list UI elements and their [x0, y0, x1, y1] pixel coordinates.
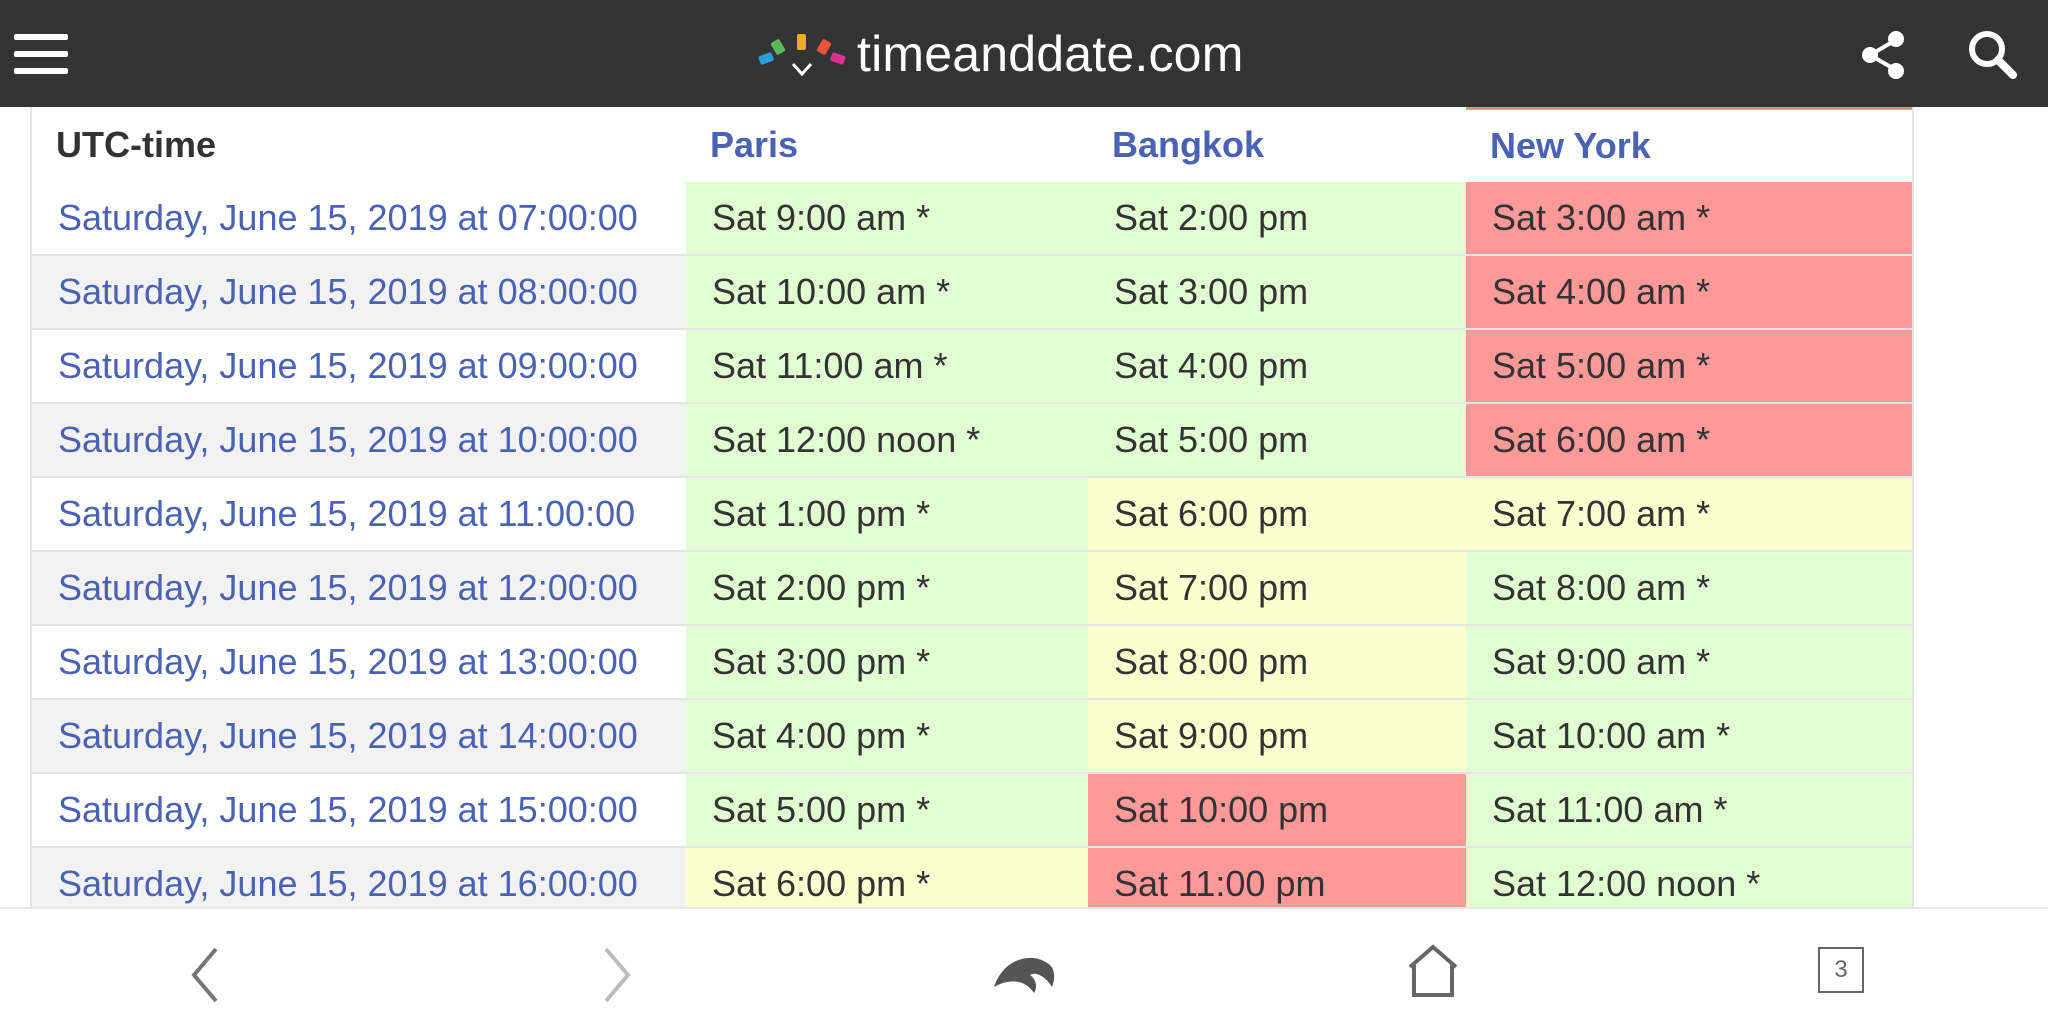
- new-york-time-cell: Sat 8:00 am *: [1466, 551, 1912, 626]
- bangkok-time-cell: Sat 7:00 pm: [1088, 551, 1466, 626]
- bangkok-time-cell: Sat 10:00 pm: [1088, 773, 1466, 848]
- new-york-time-cell: Sat 12:00 noon *: [1466, 847, 1912, 907]
- table-row: Saturday, June 15, 2019 at 08:00:00 Sat …: [32, 255, 1912, 330]
- paris-time-cell: Sat 5:00 pm *: [686, 773, 1088, 848]
- header-paris[interactable]: Paris: [686, 108, 1088, 182]
- paris-time-cell: Sat 1:00 pm *: [686, 477, 1088, 552]
- paris-time-cell: Sat 9:00 am *: [686, 182, 1088, 256]
- site-logo[interactable]: timeanddate.com: [755, 22, 1244, 86]
- paris-time-cell: Sat 4:00 pm *: [686, 699, 1088, 774]
- utc-time-link[interactable]: Saturday, June 15, 2019 at 10:00:00: [32, 403, 686, 478]
- utc-time-link[interactable]: Saturday, June 15, 2019 at 16:00:00: [32, 847, 686, 907]
- table-row: Saturday, June 15, 2019 at 15:00:00 Sat …: [32, 773, 1912, 848]
- header-new-york[interactable]: New York: [1466, 107, 1912, 182]
- browser-bottom-bar: 3: [0, 907, 2048, 1026]
- bangkok-time-cell: Sat 9:00 pm: [1088, 699, 1466, 774]
- search-icon[interactable]: [1966, 28, 2018, 80]
- paris-time-cell: Sat 11:00 am *: [686, 329, 1088, 404]
- paris-time-cell: Sat 2:00 pm *: [686, 551, 1088, 626]
- utc-time-link[interactable]: Saturday, June 15, 2019 at 12:00:00: [32, 551, 686, 626]
- table-row: Saturday, June 15, 2019 at 10:00:00 Sat …: [32, 403, 1912, 478]
- utc-time-link[interactable]: Saturday, June 15, 2019 at 09:00:00: [32, 329, 686, 404]
- new-york-time-cell: Sat 9:00 am *: [1466, 625, 1912, 700]
- paris-time-cell: Sat 10:00 am *: [686, 255, 1088, 330]
- time-conversion-table: UTC-time Paris Bangkok New York Saturday…: [30, 107, 1914, 907]
- new-york-time-cell: Sat 10:00 am *: [1466, 699, 1912, 774]
- table-row: Saturday, June 15, 2019 at 11:00:00 Sat …: [32, 477, 1912, 552]
- header-utc-time: UTC-time: [32, 108, 686, 182]
- table-row: Saturday, June 15, 2019 at 12:00:00 Sat …: [32, 551, 1912, 626]
- bangkok-time-cell: Sat 6:00 pm: [1088, 477, 1466, 552]
- new-york-time-cell: Sat 6:00 am *: [1466, 403, 1912, 478]
- table-row: Saturday, June 15, 2019 at 07:00:00 Sat …: [32, 182, 1912, 256]
- table-row: Saturday, June 15, 2019 at 16:00:00 Sat …: [32, 847, 1912, 907]
- paris-time-cell: Sat 3:00 pm *: [686, 625, 1088, 700]
- utc-time-link[interactable]: Saturday, June 15, 2019 at 11:00:00: [32, 477, 686, 552]
- dolphin-icon[interactable]: [990, 947, 1058, 997]
- hamburger-menu-icon[interactable]: [14, 32, 68, 76]
- header-bangkok[interactable]: Bangkok: [1088, 108, 1466, 182]
- bangkok-time-cell: Sat 5:00 pm: [1088, 403, 1466, 478]
- bangkok-time-cell: Sat 2:00 pm: [1088, 182, 1466, 256]
- new-york-time-cell: Sat 4:00 am *: [1466, 255, 1912, 330]
- utc-time-link[interactable]: Saturday, June 15, 2019 at 13:00:00: [32, 625, 686, 700]
- site-name: timeanddate.com: [857, 26, 1244, 82]
- table-row: Saturday, June 15, 2019 at 09:00:00 Sat …: [32, 329, 1912, 404]
- bangkok-time-cell: Sat 3:00 pm: [1088, 255, 1466, 330]
- bangkok-time-cell: Sat 4:00 pm: [1088, 329, 1466, 404]
- tab-count-button[interactable]: 3: [1818, 947, 1864, 993]
- utc-time-link[interactable]: Saturday, June 15, 2019 at 15:00:00: [32, 773, 686, 848]
- utc-time-link[interactable]: Saturday, June 15, 2019 at 14:00:00: [32, 699, 686, 774]
- back-arrow-icon[interactable]: [186, 945, 226, 1005]
- new-york-time-cell: Sat 7:00 am *: [1466, 477, 1912, 552]
- home-icon[interactable]: [1406, 943, 1460, 999]
- new-york-time-cell: Sat 5:00 am *: [1466, 329, 1912, 404]
- paris-time-cell: Sat 12:00 noon *: [686, 403, 1088, 478]
- forward-arrow-icon[interactable]: [596, 945, 636, 1005]
- bangkok-time-cell: Sat 8:00 pm: [1088, 625, 1466, 700]
- top-bar: timeanddate.com: [0, 0, 2048, 107]
- new-york-time-cell: Sat 11:00 am *: [1466, 773, 1912, 848]
- new-york-time-cell: Sat 3:00 am *: [1466, 182, 1912, 256]
- table-row: Saturday, June 15, 2019 at 14:00:00 Sat …: [32, 699, 1912, 774]
- logo-icon: [758, 34, 846, 77]
- share-icon[interactable]: [1858, 30, 1908, 80]
- utc-time-link[interactable]: Saturday, June 15, 2019 at 07:00:00: [32, 182, 686, 256]
- bangkok-time-cell: Sat 11:00 pm: [1088, 847, 1466, 907]
- utc-time-link[interactable]: Saturday, June 15, 2019 at 08:00:00: [32, 255, 686, 330]
- table-row: Saturday, June 15, 2019 at 13:00:00 Sat …: [32, 625, 1912, 700]
- paris-time-cell: Sat 6:00 pm *: [686, 847, 1088, 907]
